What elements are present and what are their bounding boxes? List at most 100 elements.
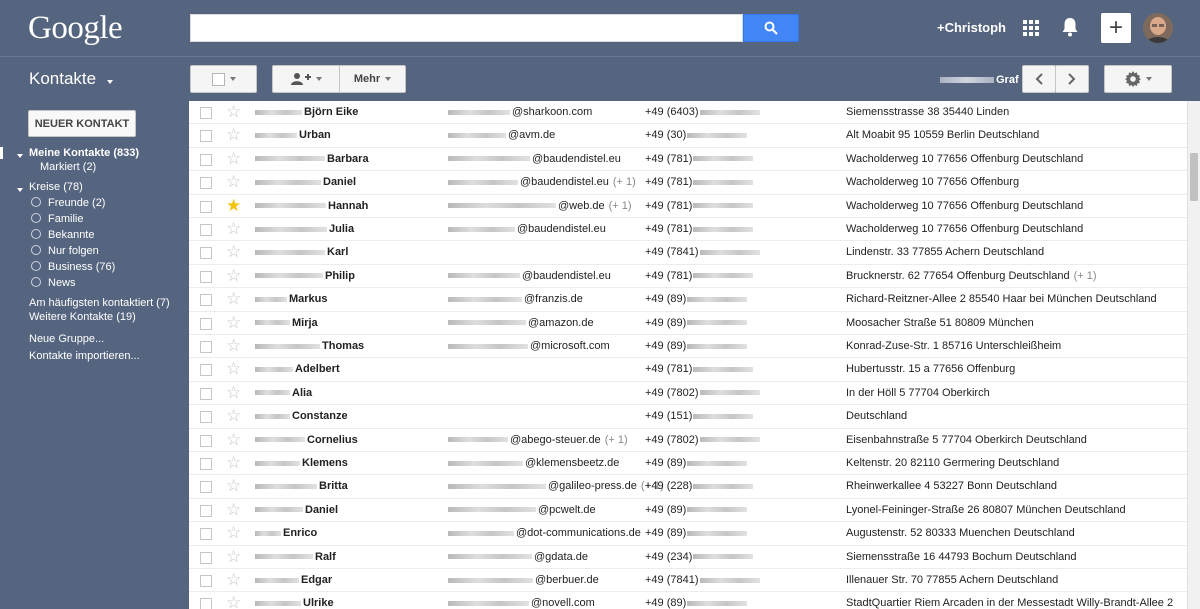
- sidebar-item-circle[interactable]: Freunde (2): [48, 197, 105, 209]
- table-row[interactable]: ☆ Daniel @pcwelt.de +49 (89) Lyonel-Feininge…: [189, 499, 1187, 523]
- google-logo[interactable]: Google: [28, 10, 123, 47]
- star-icon[interactable]: ☆: [226, 149, 241, 168]
- search-input[interactable]: [190, 14, 743, 42]
- star-icon[interactable]: ☆: [226, 454, 241, 472]
- table-row[interactable]: ☆ Julia @baudendistel.eu +49 (781) Wacholder…: [189, 218, 1187, 242]
- import-contacts-link[interactable]: Kontakte importieren...: [29, 350, 140, 362]
- table-row[interactable]: ☆ Barbara @baudendistel.eu +49 (781) Wachold…: [189, 148, 1187, 172]
- star-icon[interactable]: ☆: [226, 126, 241, 144]
- row-checkbox[interactable]: [200, 130, 212, 143]
- table-row[interactable]: ☆ Karl +49 (7841) Lindenstr. 33 77855 Acher…: [189, 241, 1187, 265]
- contact-name[interactable]: Björn Eike: [255, 106, 358, 118]
- sidebar-item-other-contacts[interactable]: Weitere Kontakte (19): [29, 311, 136, 323]
- contact-name[interactable]: Mirja: [255, 317, 318, 329]
- sidebar-item-circle[interactable]: Business (76): [48, 261, 115, 273]
- table-row[interactable]: ☆ Constanze +49 (151) Deutschland: [189, 405, 1187, 429]
- contact-name[interactable]: Enrico: [255, 527, 317, 539]
- sidebar-item-circle[interactable]: Nur folgen: [48, 245, 99, 257]
- table-row[interactable]: ☆ Mirja @amazon.de +49 (89) Moosacher Straße…: [189, 312, 1187, 335]
- new-contact-button[interactable]: NEUER KONTAKT: [28, 110, 136, 137]
- table-row[interactable]: ☆ Klemens @klemensbeetz.de +49 (89) Keltenst…: [189, 452, 1187, 476]
- table-row[interactable]: ☆ Edgar @berbuer.de +49 (7841) Illenauer Str…: [189, 569, 1187, 593]
- sidebar-item-circle[interactable]: Familie: [48, 213, 83, 225]
- sidebar-item-circle[interactable]: Bekannte: [48, 229, 94, 241]
- star-icon[interactable]: ☆: [226, 360, 241, 378]
- select-all-checkbox[interactable]: [211, 72, 225, 86]
- star-icon[interactable]: ☆: [226, 337, 241, 355]
- contact-name[interactable]: Klemens: [255, 457, 348, 469]
- new-group-link[interactable]: Neue Gruppe...: [29, 333, 104, 345]
- star-icon[interactable]: ☆: [226, 266, 241, 285]
- row-checkbox[interactable]: [200, 177, 212, 190]
- row-checkbox[interactable]: [200, 434, 212, 447]
- star-icon[interactable]: ☆: [226, 524, 241, 542]
- star-icon[interactable]: ☆: [226, 477, 241, 495]
- table-row[interactable]: ☆ Björn Eike @sharkoon.com +49 (6403) Siemen…: [189, 101, 1187, 125]
- settings-button[interactable]: [1104, 65, 1172, 93]
- table-row[interactable]: ☆ Daniel @baudendistel.eu (+ 1) +49 (781) Wac…: [189, 171, 1187, 195]
- sidebar-item-circle[interactable]: News: [48, 277, 76, 289]
- contact-name[interactable]: Julia: [255, 223, 354, 235]
- contact-name[interactable]: Alia: [255, 387, 312, 399]
- star-icon[interactable]: ★: [226, 196, 241, 215]
- star-icon[interactable]: ☆: [226, 594, 241, 609]
- row-checkbox[interactable]: [200, 107, 212, 119]
- contact-name[interactable]: Daniel: [255, 504, 338, 516]
- chevron-down-icon[interactable]: [17, 154, 23, 158]
- contact-name[interactable]: Cornelius: [255, 434, 358, 446]
- table-row[interactable]: ☆ Urban @avm.de +49 (30) Alt Moabit 95 10559…: [189, 124, 1187, 148]
- scrollbar[interactable]: [1187, 101, 1200, 609]
- row-checkbox[interactable]: [200, 387, 212, 400]
- share-plus-button[interactable]: +: [1101, 13, 1131, 43]
- chevron-down-icon[interactable]: [17, 188, 23, 192]
- app-title-dropdown[interactable]: Kontakte: [29, 69, 113, 89]
- row-checkbox[interactable]: [200, 153, 212, 166]
- row-checkbox[interactable]: [200, 317, 212, 330]
- row-checkbox[interactable]: [200, 200, 212, 213]
- contact-name[interactable]: Markus: [255, 293, 328, 305]
- star-icon[interactable]: ☆: [226, 220, 241, 238]
- contact-name[interactable]: Edgar: [255, 574, 332, 586]
- star-icon[interactable]: ☆: [226, 547, 241, 566]
- search-button[interactable]: [743, 14, 799, 42]
- table-row[interactable]: ☆ Markus @franzis.de +49 (89) Richard-Reitzn…: [189, 288, 1187, 312]
- contact-name[interactable]: Thomas: [255, 340, 364, 352]
- sidebar-item-starred[interactable]: Markiert (2): [40, 161, 96, 173]
- star-icon[interactable]: ☆: [226, 500, 241, 519]
- star-icon[interactable]: ☆: [226, 290, 241, 308]
- table-row[interactable]: ☆ Philip @baudendistel.eu +49 (781) Bruckner…: [189, 265, 1187, 289]
- contact-name[interactable]: Karl: [255, 246, 348, 258]
- contact-name[interactable]: Ulrike: [255, 597, 334, 609]
- sidebar-item-circles[interactable]: Kreise (78): [29, 181, 83, 193]
- table-row[interactable]: ☆ Ulrike @novell.com +49 (89) StadtQuartier …: [189, 592, 1187, 609]
- more-actions-button[interactable]: Mehr: [339, 65, 406, 93]
- contact-name[interactable]: Constanze: [255, 410, 348, 422]
- table-row[interactable]: ☆ Adelbert +49 (781) Hubertusstr. 15 a 7765…: [189, 358, 1187, 382]
- table-row[interactable]: ☆ Britta @galileo-press.de (+ 1) +49 (228) Rh…: [189, 475, 1187, 499]
- row-checkbox[interactable]: [200, 294, 212, 307]
- table-row[interactable]: ☆ Enrico @dot-communications.de +49 (89) Aug…: [189, 522, 1187, 546]
- row-checkbox[interactable]: [200, 575, 212, 587]
- scrollbar-thumb[interactable]: [1190, 153, 1198, 201]
- sidebar-item-my-contacts[interactable]: Meine Kontakte (833): [29, 147, 139, 159]
- row-checkbox[interactable]: [200, 528, 212, 541]
- apps-grid-icon[interactable]: [1023, 20, 1039, 36]
- contact-name[interactable]: Barbara: [255, 153, 369, 165]
- next-page-button[interactable]: [1055, 65, 1089, 93]
- row-checkbox[interactable]: [200, 341, 212, 353]
- star-icon[interactable]: ☆: [226, 243, 241, 261]
- star-icon[interactable]: ☆: [226, 407, 241, 425]
- contact-name[interactable]: Hannah: [255, 200, 368, 212]
- star-icon[interactable]: ☆: [226, 430, 241, 449]
- star-icon[interactable]: ☆: [226, 103, 241, 121]
- contact-name[interactable]: Daniel: [255, 176, 356, 188]
- table-row[interactable]: ★ Hannah @web.de (+ 1) +49 (781) Wacholderweg…: [189, 195, 1187, 218]
- table-row[interactable]: ☆ Thomas @microsoft.com +49 (89) Konrad-Zuse…: [189, 335, 1187, 359]
- star-icon[interactable]: ☆: [226, 383, 241, 402]
- previous-page-button[interactable]: [1022, 65, 1056, 93]
- row-checkbox[interactable]: [200, 247, 212, 260]
- select-all-dropdown[interactable]: [190, 65, 257, 93]
- star-icon[interactable]: ☆: [226, 173, 241, 191]
- contact-name[interactable]: Adelbert: [255, 363, 340, 375]
- row-checkbox[interactable]: [200, 270, 212, 283]
